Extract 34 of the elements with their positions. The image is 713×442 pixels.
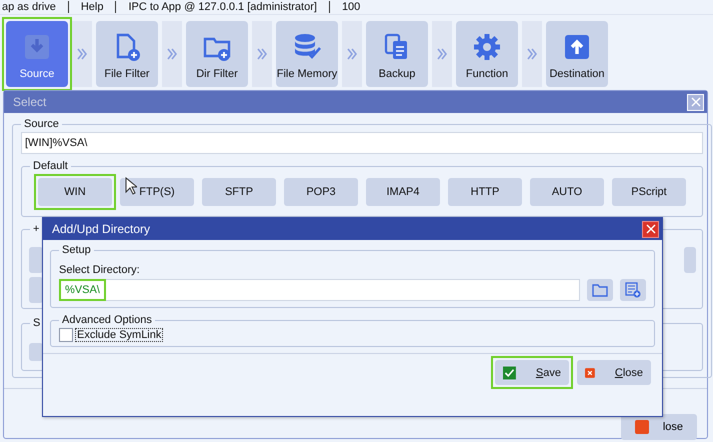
step-button[interactable]: Source <box>6 21 68 87</box>
source-field[interactable]: [WIN]%VSA\ <box>21 132 703 154</box>
step-button[interactable]: Function <box>456 21 518 87</box>
group-label: Default <box>32 160 69 172</box>
save-button[interactable]: Save <box>495 360 569 385</box>
protocol-button[interactable]: WIN <box>38 178 112 206</box>
menu-item[interactable]: 100 <box>342 1 360 13</box>
protocol-button[interactable]: AUTO <box>530 178 604 206</box>
protocol-button[interactable]: POP3 <box>284 178 358 206</box>
protocol-button[interactable]: PScript <box>612 178 686 206</box>
protocol-button[interactable]: IMAP4 <box>366 178 440 206</box>
checkbox-label[interactable]: Exclude SymLink <box>75 328 164 342</box>
menu-item[interactable]: Help <box>80 1 104 13</box>
step-button[interactable]: Backup <box>366 21 428 87</box>
step-button[interactable]: Dir Filter <box>186 21 248 87</box>
menu-item[interactable]: IPC to App @ 127.0.0.1 [administrator] <box>128 1 317 13</box>
protocol-button[interactable]: SFTP <box>202 178 276 206</box>
menu-item[interactable]: ap as drive <box>2 1 56 13</box>
group-label: + <box>32 223 40 235</box>
step-button[interactable]: Destination <box>546 21 608 87</box>
close-button[interactable]: Close <box>577 360 651 385</box>
group-label: S <box>32 317 42 329</box>
protocol-button[interactable]: FTP(S) <box>120 178 194 206</box>
group-label: Source <box>23 118 60 130</box>
field-label: Select Directory: <box>59 264 141 276</box>
group-label: Advanced Options <box>61 314 153 326</box>
close-button[interactable]: lose <box>621 414 697 440</box>
step-button[interactable]: File Filter <box>96 21 158 87</box>
group-label: Setup <box>61 244 92 256</box>
protocol-button[interactable]: HTTP <box>448 178 522 206</box>
window-title: Select <box>13 95 46 109</box>
directory-field[interactable]: %VSA\ <box>59 279 580 301</box>
dialog-title: Add/Upd Directory <box>52 222 150 236</box>
step-button[interactable]: File Memory <box>276 21 338 87</box>
